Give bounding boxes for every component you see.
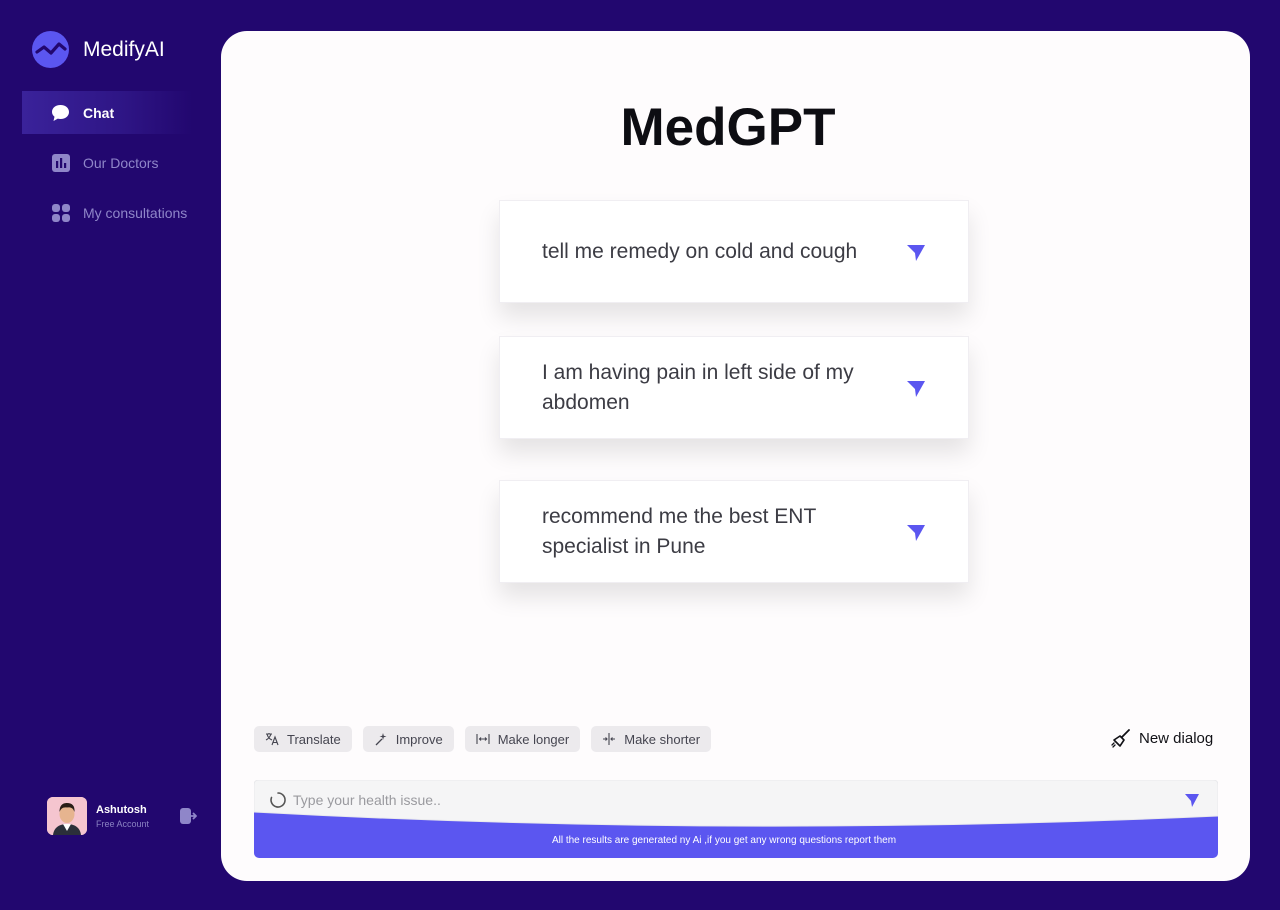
app-name: MedifyAI <box>83 37 165 61</box>
loading-spinner-icon <box>270 792 286 808</box>
main-panel: MedGPT tell me remedy on cold and cough … <box>221 31 1250 881</box>
improve-button[interactable]: Improve <box>362 726 454 752</box>
page-title: MedGPT <box>620 98 836 157</box>
bar-chart-icon <box>51 153 70 172</box>
translate-icon <box>265 732 279 746</box>
new-dialog-label: New dialog <box>1139 729 1214 747</box>
sidebar-item-our-doctors[interactable]: Our Doctors <box>22 141 192 184</box>
user-name: Ashutosh <box>96 803 147 816</box>
broom-icon <box>1111 729 1130 748</box>
sidebar-item-label: Chat <box>83 104 115 121</box>
grid-icon <box>51 203 70 222</box>
chip-label: Improve <box>395 731 443 747</box>
chip-label: Make shorter <box>624 731 701 747</box>
suggestion-text: tell me remedy on cold and cough <box>542 239 858 263</box>
user-profile[interactable]: Ashutosh Free Account <box>47 797 149 835</box>
suggestion-card[interactable]: tell me remedy on cold and cough <box>499 200 969 303</box>
send-icon[interactable] <box>906 378 926 398</box>
sidebar-item-label: My consultations <box>83 204 188 221</box>
disclaimer-text: All the results are generated ny Ai ,if … <box>551 835 897 846</box>
suggestion-text: I am having pain in left side of my abdo… <box>542 360 854 414</box>
make-shorter-button[interactable]: Make shorter <box>591 726 712 752</box>
make-longer-button[interactable]: Make longer <box>464 726 581 752</box>
brand[interactable]: MedifyAI <box>32 31 165 68</box>
suggestion-card[interactable]: I am having pain in left side of my abdo… <box>499 336 969 439</box>
chat-bubble-icon <box>51 103 70 122</box>
sparkle-icon <box>374 732 388 746</box>
chip-label: Make longer <box>497 731 570 747</box>
logo-icon <box>32 31 69 68</box>
action-chips: Translate Improve Make longer Make short… <box>254 726 722 752</box>
chat-input-area: All the results are generated ny Ai ,if … <box>254 780 1218 858</box>
send-icon[interactable] <box>906 522 926 542</box>
health-issue-input[interactable] <box>293 792 1153 808</box>
avatar <box>47 797 87 835</box>
sidebar-item-my-consultations[interactable]: My consultations <box>22 191 192 234</box>
translate-button[interactable]: Translate <box>254 726 352 752</box>
chip-label: Translate <box>287 731 341 747</box>
shrink-icon <box>602 732 616 746</box>
user-plan: Free Account <box>96 818 150 829</box>
sidebar-item-chat[interactable]: Chat <box>22 91 192 134</box>
send-icon[interactable] <box>906 242 926 262</box>
send-icon[interactable] <box>1184 792 1200 808</box>
suggestion-text: recommend me the best ENT specialist in … <box>542 504 816 558</box>
new-dialog-button[interactable]: New dialog <box>1111 728 1213 748</box>
suggestion-card[interactable]: recommend me the best ENT specialist in … <box>499 480 969 583</box>
search-box <box>254 780 1218 820</box>
sidebar-nav: Chat Our Doctors My consultations <box>22 91 192 241</box>
sidebar-item-label: Our Doctors <box>83 154 159 171</box>
logout-icon[interactable] <box>179 807 197 825</box>
expand-icon <box>476 732 490 746</box>
